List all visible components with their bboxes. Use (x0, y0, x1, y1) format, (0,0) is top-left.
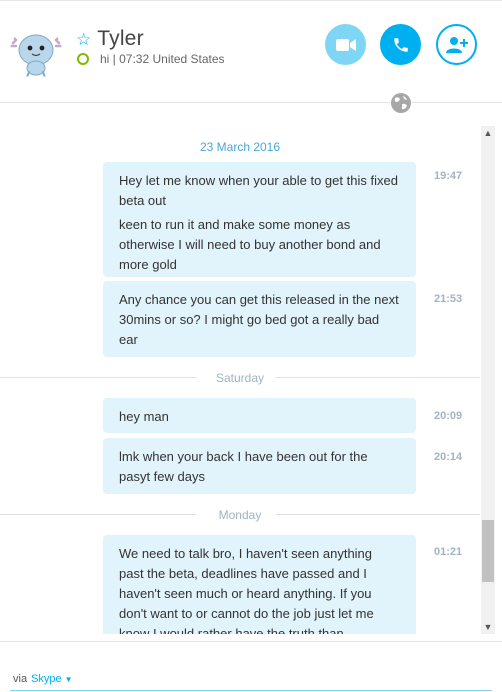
video-call-icon (335, 38, 356, 51)
message-time: 20:09 (434, 410, 463, 422)
contact-name-row: ☆ Tyler (76, 26, 144, 52)
message-time: 01:21 (434, 546, 463, 558)
video-call-button[interactable] (325, 24, 366, 65)
message-bubble[interactable]: We need to talk bro, I haven't seen anyt… (103, 535, 416, 634)
date-separator-label: Saturday (205, 368, 275, 388)
separator-line (0, 514, 196, 515)
contact-name: Tyler (97, 27, 144, 50)
service-link[interactable]: Skype (31, 673, 62, 685)
audio-call-icon (393, 37, 408, 52)
message-bubble[interactable]: Hey let me know when your able to get th… (103, 162, 416, 277)
separator-line (0, 377, 196, 378)
message-text: hey man (119, 409, 169, 424)
message-time: 20:14 (434, 451, 463, 463)
avatar-image (10, 34, 62, 78)
contact-status: hi | 07:32 United States (100, 52, 225, 66)
message-time: 21:53 (434, 293, 463, 305)
scroll-up-icon[interactable]: ▲ (481, 126, 495, 140)
presence-icon (77, 53, 89, 65)
globe-icon[interactable] (390, 92, 412, 114)
star-icon[interactable]: ☆ (76, 31, 91, 48)
message-time: 19:47 (434, 170, 463, 182)
footer-divider (0, 641, 502, 642)
message-text: Any chance you can get this released in … (119, 292, 399, 347)
message-text: keen to run it and make some money as ot… (119, 217, 381, 272)
via-label: via (13, 673, 28, 685)
avatar[interactable] (10, 26, 62, 78)
date-separator-label: 23 March 2016 (189, 137, 291, 157)
separator-line (276, 377, 480, 378)
date-separator: Monday (0, 505, 480, 525)
message-bubble[interactable]: Any chance you can get this released in … (103, 281, 416, 357)
scroll-down-icon[interactable]: ▼ (481, 620, 495, 634)
message-text: lmk when your back I have been out for t… (119, 449, 368, 484)
contact-status-row: hi | 07:32 United States (77, 52, 225, 66)
audio-call-button[interactable] (380, 24, 421, 65)
scrollbar-thumb[interactable] (482, 520, 494, 582)
message-bubble[interactable]: lmk when your back I have been out for t… (103, 438, 416, 494)
date-separator-label: Monday (208, 505, 272, 525)
message-text: We need to talk bro, I haven't seen anyt… (119, 546, 374, 634)
header-divider (0, 102, 502, 103)
add-participant-button[interactable] (436, 24, 477, 65)
globe-icon-graphic (391, 93, 411, 113)
date-separator: Saturday (0, 368, 480, 388)
caret-down-icon[interactable]: ▼ (65, 675, 73, 684)
message-bubble[interactable]: hey man (103, 398, 416, 433)
add-participant-icon (445, 36, 468, 53)
message-input[interactable] (10, 690, 492, 691)
separator-line (276, 514, 480, 515)
chat-scrollbar[interactable]: ▲ ▼ (481, 126, 495, 634)
send-via-selector[interactable]: via Skype ▼ (13, 673, 73, 685)
chat-header: ☆ Tyler hi | 07:32 United States (0, 6, 502, 101)
conversation-view[interactable]: 23 March 2016 Hey let me know when your … (0, 114, 480, 634)
message-text: Hey let me know when your able to get th… (119, 173, 398, 208)
date-separator: 23 March 2016 (0, 137, 480, 157)
